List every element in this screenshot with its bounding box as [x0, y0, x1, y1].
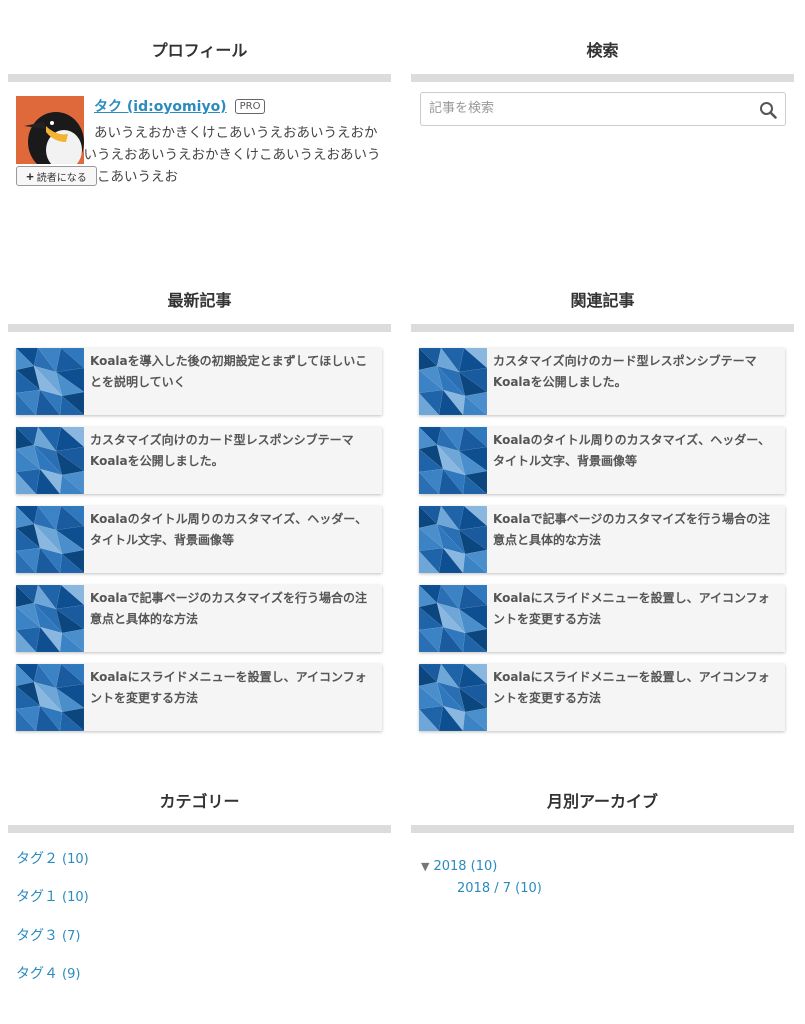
category-link[interactable]: タグ３ (7) [16, 926, 80, 946]
category-label: タグ３ [16, 928, 58, 944]
entry-title[interactable]: Koalaにスライドメニューを設置し、アイコンフォントを変更する方法 [84, 664, 382, 731]
search-title-rule [411, 74, 794, 82]
category-link[interactable]: タグ４ (9) [16, 964, 80, 984]
entry-thumbnail[interactable] [419, 585, 487, 652]
archive-year-link[interactable]: 2018 (10) [433, 859, 497, 874]
related-entry[interactable]: カスタマイズ向けのカード型レスポンシブテーマKoalaを公開しました。 [419, 348, 785, 415]
recent-entry[interactable]: Koalaにスライドメニューを設置し、アイコンフォントを変更する方法 [16, 664, 382, 731]
plus-icon: + [26, 168, 34, 184]
recent-title-rule [8, 324, 391, 332]
polygon-thumbnail-image [419, 427, 487, 494]
related-entry[interactable]: Koalaにスライドメニューを設置し、アイコンフォントを変更する方法 [419, 585, 785, 652]
entry-title[interactable]: Koalaを導入した後の初期設定とまずしてほしいことを説明していく [84, 348, 382, 415]
related-title: 関連記事 [570, 291, 635, 310]
entry-title[interactable]: Koalaで記事ページのカスタマイズを行う場合の注意点と具体的な方法 [84, 585, 382, 652]
category-label: タグ２ [16, 851, 58, 867]
category-count: (9) [62, 967, 81, 982]
polygon-thumbnail-image [16, 427, 84, 494]
search-module: 検索 [411, 38, 794, 148]
entry-thumbnail[interactable] [419, 348, 487, 415]
profile-name-link[interactable]: タク (id:oyomiyo) [94, 96, 227, 116]
polygon-thumbnail-image [419, 348, 487, 415]
archive-title: 月別アーカイブ [546, 792, 659, 811]
profile-module: プロフィール タク (id:oyomiyo) PRO あいうえおかきくけこあいう… [8, 38, 391, 188]
subscribe-label: 読者になる [36, 172, 87, 184]
entry-title[interactable]: カスタマイズ向けのカード型レスポンシブテーマKoalaを公開しました。 [84, 427, 382, 494]
avatar[interactable] [16, 96, 84, 164]
category-label: タグ１ [16, 889, 58, 905]
recent-entry[interactable]: Koalaのタイトル周りのカスタマイズ、ヘッダー、タイトル文字、背景画像等 [16, 506, 382, 573]
polygon-thumbnail-image [419, 664, 487, 731]
archive-module: 月別アーカイブ ▼ 2018 (10) 2018 / 7 (10) [411, 789, 794, 919]
entry-title[interactable]: カスタマイズ向けのカード型レスポンシブテーマKoalaを公開しました。 [487, 348, 785, 415]
polygon-thumbnail-image [16, 585, 84, 652]
category-link[interactable]: タグ２ (10) [16, 849, 89, 869]
category-label: タグ４ [16, 966, 58, 982]
archive-month-link[interactable]: 2018 / 7 (10) [457, 879, 542, 899]
related-title-rule [411, 324, 794, 332]
entry-thumbnail[interactable] [16, 427, 84, 494]
pro-badge: PRO [234, 98, 266, 114]
archive-year-item[interactable]: ▼ 2018 (10) [421, 857, 497, 877]
polygon-thumbnail-image [419, 585, 487, 652]
entry-title[interactable]: Koalaのタイトル周りのカスタマイズ、ヘッダー、タイトル文字、背景画像等 [84, 506, 382, 573]
penguin-icon [16, 96, 84, 164]
triangle-down-icon[interactable]: ▼ [421, 860, 429, 873]
category-count: (10) [62, 890, 89, 905]
profile-title: プロフィール [151, 41, 248, 60]
entry-thumbnail[interactable] [16, 585, 84, 652]
polygon-thumbnail-image [16, 348, 84, 415]
search-input[interactable] [421, 93, 741, 123]
entry-title[interactable]: Koalaのタイトル周りのカスタマイズ、ヘッダー、タイトル文字、背景画像等 [487, 427, 785, 494]
search-title: 検索 [586, 41, 619, 60]
category-count: (7) [62, 929, 81, 944]
recent-entry[interactable]: Koalaを導入した後の初期設定とまずしてほしいことを説明していく [16, 348, 382, 415]
entry-thumbnail[interactable] [419, 664, 487, 731]
entry-thumbnail[interactable] [419, 506, 487, 573]
related-entry[interactable]: Koalaで記事ページのカスタマイズを行う場合の注意点と具体的な方法 [419, 506, 785, 573]
entry-thumbnail[interactable] [16, 506, 84, 573]
related-entry[interactable]: Koalaのタイトル周りのカスタマイズ、ヘッダー、タイトル文字、背景画像等 [419, 427, 785, 494]
archive-title-rule [411, 825, 794, 833]
categories-title: カテゴリー [159, 792, 240, 811]
entry-thumbnail[interactable] [16, 348, 84, 415]
entry-title[interactable]: Koalaにスライドメニューを設置し、アイコンフォントを変更する方法 [487, 664, 785, 731]
subscribe-button[interactable]: + 読者になる [16, 166, 97, 186]
related-entry[interactable]: Koalaにスライドメニューを設置し、アイコンフォントを変更する方法 [419, 664, 785, 731]
polygon-thumbnail-image [16, 664, 84, 731]
category-count: (10) [62, 852, 89, 867]
recent-entry[interactable]: Koalaで記事ページのカスタマイズを行う場合の注意点と具体的な方法 [16, 585, 382, 652]
profile-title-rule [8, 74, 391, 82]
related-entries-module: 関連記事 カスタマイズ向けのカード型レスポンシブテーマKoalaを公開しました。… [411, 288, 794, 738]
entry-title[interactable]: Koalaで記事ページのカスタマイズを行う場合の注意点と具体的な方法 [487, 506, 785, 573]
polygon-thumbnail-image [16, 506, 84, 573]
profile-name-row: タク (id:oyomiyo) PRO [94, 96, 383, 116]
polygon-thumbnail-image [419, 506, 487, 573]
entry-thumbnail[interactable] [16, 664, 84, 731]
categories-title-rule [8, 825, 391, 833]
categories-module: カテゴリー タグ２ (10) タグ１ (10) タグ３ (7) タグ４ (9) [8, 789, 391, 999]
search-icon[interactable] [759, 101, 777, 119]
entry-title[interactable]: Koalaにスライドメニューを設置し、アイコンフォントを変更する方法 [487, 585, 785, 652]
recent-entry[interactable]: カスタマイズ向けのカード型レスポンシブテーマKoalaを公開しました。 [16, 427, 382, 494]
search-box [420, 92, 786, 126]
category-link[interactable]: タグ１ (10) [16, 887, 89, 907]
recent-entries-module: 最新記事 Koalaを導入した後の初期設定とまずしてほしいことを説明していく カ… [8, 288, 391, 738]
recent-title: 最新記事 [167, 291, 232, 310]
entry-thumbnail[interactable] [419, 427, 487, 494]
